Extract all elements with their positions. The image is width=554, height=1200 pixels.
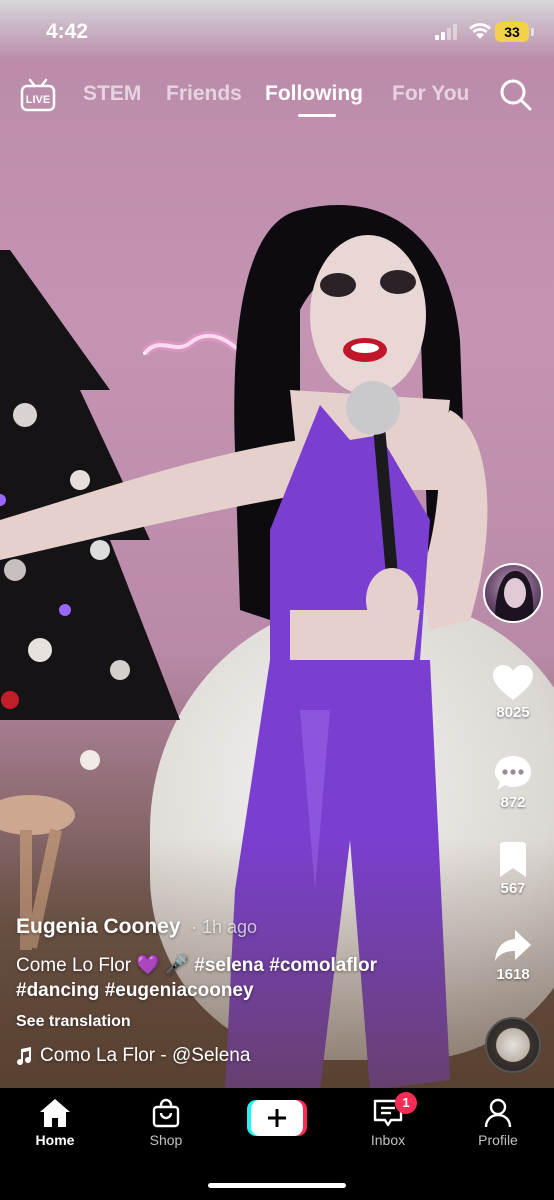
home-indicator[interactable] [208,1183,346,1188]
active-tab-indicator [298,114,336,117]
author-avatar[interactable] [483,563,543,623]
svg-text:LIVE: LIVE [26,94,50,106]
description-text: Come Lo Flor 💜 🎤 [16,955,189,976]
tab-following[interactable]: Following [265,82,363,106]
hashtag[interactable]: #dancing [16,980,99,1001]
music-title: Como La Flor - @Selena [40,1045,251,1066]
post-time: · 1h ago [190,917,258,937]
share-arrow-icon [495,930,531,961]
save-button[interactable]: 567 [483,842,543,897]
cellular-signal-icon [435,24,457,40]
profile-icon [484,1098,512,1128]
comment-count: 872 [500,794,526,811]
battery-icon [531,28,534,36]
nav-home[interactable]: Home [15,1098,95,1148]
nav-inbox-label: Inbox [370,1132,406,1148]
live-icon[interactable]: LIVE [20,78,56,112]
nav-profile-label: Profile [478,1132,518,1148]
tab-for-you[interactable]: For You [392,82,469,106]
author-name[interactable]: Eugenia Cooney [16,915,181,938]
like-button[interactable]: 8025 [483,664,543,721]
music-info[interactable]: Como La Flor - @Selena [16,1045,456,1067]
hashtag[interactable]: #eugeniacooney [105,980,254,1001]
hashtag[interactable]: #comolaflor [269,955,377,976]
share-button[interactable]: 1618 [483,928,543,983]
heart-icon [493,665,533,700]
search-icon[interactable] [499,78,533,112]
hashtag[interactable]: #selena [194,955,264,976]
comment-button[interactable]: 872 [483,754,543,811]
wifi-icon [469,23,491,39]
home-icon [40,1099,70,1127]
shopping-bag-icon [152,1098,180,1128]
tab-stem[interactable]: STEM [83,82,141,106]
nav-home-label: Home [35,1132,75,1148]
avatar-portrait [495,571,534,621]
battery-level: 33 [495,22,529,42]
tab-friends[interactable]: Friends [166,82,242,106]
like-count: 8025 [496,704,530,721]
see-translation-link[interactable]: See translation [16,1013,456,1031]
nav-profile[interactable]: Profile [458,1098,538,1148]
status-bar: 4:42 33 [0,0,554,62]
create-button[interactable] [247,1098,307,1138]
video-description: Come Lo Flor 💜 🎤 #selena #comolaflor #da… [16,953,456,1003]
share-count: 1618 [496,966,530,983]
nav-shop-label: Shop [149,1132,183,1148]
music-disc-icon[interactable] [485,1017,541,1073]
inbox-notification-badge: 1 [395,1092,417,1114]
bookmark-icon [500,842,526,877]
nav-shop[interactable]: Shop [126,1098,206,1148]
top-navigation: LIVE STEM Friends Following For You [0,72,554,122]
video-caption: Eugenia Cooney · 1h ago Come Lo Flor 💜 🎤… [16,915,456,1067]
comment-icon [495,756,531,790]
save-count: 567 [500,880,526,897]
status-time: 4:42 [46,20,89,43]
music-note-icon [17,1047,32,1065]
